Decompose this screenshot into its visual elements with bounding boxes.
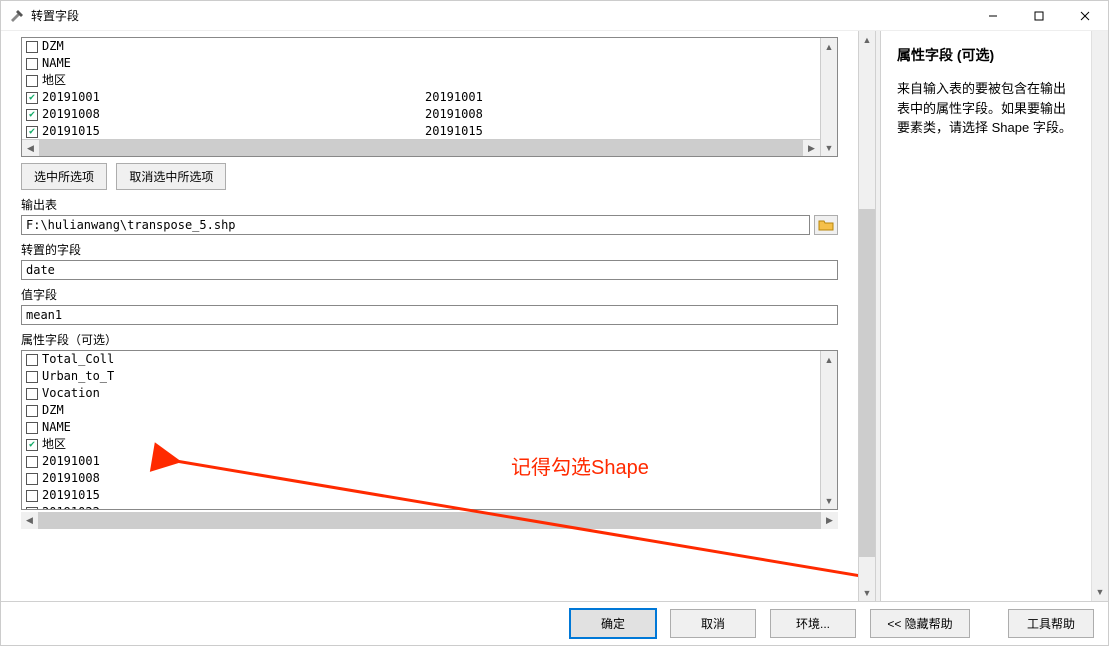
attr-name: Total_Coll <box>42 351 114 368</box>
checkbox[interactable] <box>26 422 38 434</box>
select-buttons-row: 选中所选项 取消选中所选项 <box>21 163 838 190</box>
field-list-hscroll[interactable]: ◀▶ <box>22 139 820 156</box>
checkbox[interactable] <box>26 126 38 138</box>
environment-button[interactable]: 环境... <box>770 609 856 638</box>
transpose-fields-list: DZMNAME地区2019100120191001201910082019100… <box>21 37 838 157</box>
content: DZMNAME地区2019100120191001201910082019100… <box>1 31 1108 601</box>
field-alias: 20191001 <box>421 89 820 106</box>
field-alias: 20191015 <box>421 123 820 139</box>
attr-fields-list-wrap: Total_CollUrban_to_TVocationDZMNAME地区201… <box>21 350 838 510</box>
attr-name: NAME <box>42 419 71 436</box>
field-alias <box>421 55 820 72</box>
attr-row[interactable]: 20191001 <box>22 453 820 470</box>
checkbox[interactable] <box>26 388 38 400</box>
attr-row[interactable]: 20191008 <box>22 470 820 487</box>
field-row[interactable]: 20191001 20191001 <box>22 89 820 106</box>
form-hscroll[interactable]: ◀▶ <box>21 512 838 529</box>
field-alias <box>421 38 820 55</box>
transpose-field-input[interactable] <box>21 260 838 280</box>
field-name: DZM <box>42 38 64 55</box>
field-alias: 20191008 <box>421 106 820 123</box>
attr-list-vscroll[interactable]: ▲ ▼ <box>820 351 837 509</box>
field-row[interactable]: NAME <box>22 55 820 72</box>
ok-button[interactable]: 确定 <box>570 609 656 638</box>
checkbox[interactable] <box>26 371 38 383</box>
bottom-bar: 确定 取消 环境... << 隐藏帮助 工具帮助 <box>1 601 1108 645</box>
left-pane-vscroll[interactable]: ▲ ▼ <box>858 31 875 601</box>
attr-row[interactable]: DZM <box>22 402 820 419</box>
window: 转置字段 DZMNAME地区20191001201910012019100820… <box>0 0 1109 646</box>
field-list[interactable]: DZMNAME地区2019100120191001201910082019100… <box>22 38 820 139</box>
checkbox[interactable] <box>26 58 38 70</box>
help-body: 来自输入表的要被包含在输出表中的属性字段。如果要输出要素类，请选择 Shape … <box>897 79 1075 138</box>
attr-name: Urban_to_T <box>42 368 114 385</box>
checkbox[interactable] <box>26 405 38 417</box>
help-pane: 属性字段 (可选) 来自输入表的要被包含在输出表中的属性字段。如果要输出要素类，… <box>881 31 1091 601</box>
attr-name: 20191001 <box>42 453 100 470</box>
close-button[interactable] <box>1062 1 1108 31</box>
checkbox[interactable] <box>26 490 38 502</box>
hide-help-button[interactable]: << 隐藏帮助 <box>870 609 970 638</box>
attr-row[interactable]: 地区 <box>22 436 820 453</box>
checkbox[interactable] <box>26 75 38 87</box>
attr-row[interactable]: NAME <box>22 419 820 436</box>
checkbox[interactable] <box>26 354 38 366</box>
maximize-button[interactable] <box>1016 1 1062 31</box>
field-alias <box>421 72 820 89</box>
attr-name: DZM <box>42 402 64 419</box>
attr-row[interactable]: 20191015 <box>22 487 820 504</box>
checkbox[interactable] <box>26 439 38 451</box>
field-name: NAME <box>42 55 71 72</box>
checkbox[interactable] <box>26 109 38 121</box>
value-field-label: 值字段 <box>21 286 838 303</box>
field-name: 20191001 <box>42 89 100 106</box>
checkbox[interactable] <box>26 41 38 53</box>
checkbox[interactable] <box>26 456 38 468</box>
attr-name: 20191022 <box>42 504 100 509</box>
field-row[interactable]: 20191008 20191008 <box>22 106 820 123</box>
attr-name: Vocation <box>42 385 100 402</box>
field-list-vscroll[interactable]: ▲ ▼ <box>820 38 837 156</box>
attr-row[interactable]: Vocation <box>22 385 820 402</box>
cancel-button[interactable]: 取消 <box>670 609 756 638</box>
attr-row[interactable]: 20191022 <box>22 504 820 509</box>
attr-name: 20191015 <box>42 487 100 504</box>
checkbox[interactable] <box>26 92 38 104</box>
attr-field-label: 属性字段（可选） <box>21 331 838 348</box>
unselect-all-button[interactable]: 取消选中所选项 <box>116 163 226 190</box>
help-pane-vscroll[interactable]: ▼ <box>1091 31 1108 601</box>
left-pane: DZMNAME地区2019100120191001201910082019100… <box>1 31 858 601</box>
output-table-label: 输出表 <box>21 196 838 213</box>
titlebar: 转置字段 <box>1 1 1108 31</box>
browse-folder-button[interactable] <box>814 215 838 235</box>
field-name: 20191008 <box>42 106 100 123</box>
field-name: 20191015 <box>42 123 100 139</box>
select-all-button[interactable]: 选中所选项 <box>21 163 107 190</box>
field-name: 地区 <box>42 72 66 89</box>
attr-row[interactable]: Urban_to_T <box>22 368 820 385</box>
checkbox[interactable] <box>26 507 38 510</box>
field-row[interactable]: DZM <box>22 38 820 55</box>
checkbox[interactable] <box>26 473 38 485</box>
window-title: 转置字段 <box>31 7 79 24</box>
field-row[interactable]: 地区 <box>22 72 820 89</box>
attr-row[interactable]: Total_Coll <box>22 351 820 368</box>
value-field-input[interactable] <box>21 305 838 325</box>
attr-fields-list[interactable]: Total_CollUrban_to_TVocationDZMNAME地区201… <box>22 351 820 509</box>
minimize-button[interactable] <box>970 1 1016 31</box>
hammer-icon <box>9 8 25 24</box>
field-row[interactable]: 20191015 20191015 <box>22 123 820 139</box>
attr-name: 地区 <box>42 436 66 453</box>
tool-help-button[interactable]: 工具帮助 <box>1008 609 1094 638</box>
output-table-input[interactable] <box>21 215 810 235</box>
transpose-field-label: 转置的字段 <box>21 241 838 258</box>
folder-icon <box>818 218 834 232</box>
attr-name: 20191008 <box>42 470 100 487</box>
form: DZMNAME地区2019100120191001201910082019100… <box>1 31 858 601</box>
help-title: 属性字段 (可选) <box>897 45 1075 65</box>
